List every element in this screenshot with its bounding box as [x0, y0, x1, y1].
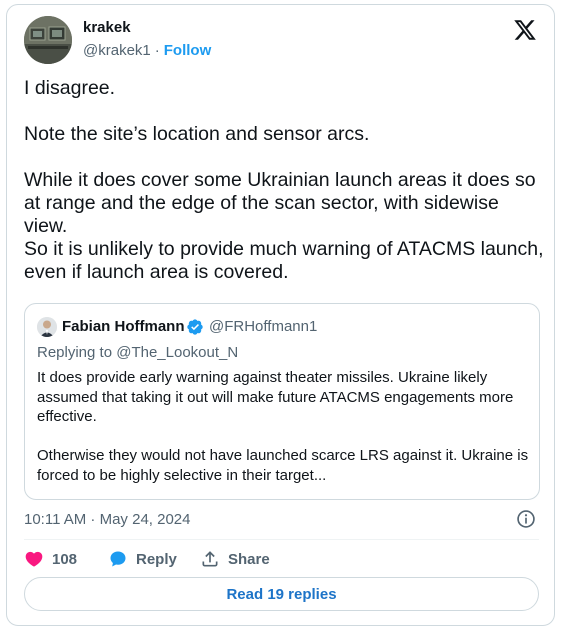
tweet-paragraph: While it does cover some Ukrainian launc…	[24, 169, 536, 237]
handle-separator: ·	[154, 42, 160, 59]
quote-author-handle: @FRHoffmann1	[209, 318, 318, 335]
reply-bubble-icon	[110, 551, 126, 567]
quote-paragraph: It does provide early warning against th…	[37, 369, 514, 425]
avatar-image	[24, 16, 72, 64]
replying-to-label: Replying to @The_Lookout_N	[37, 344, 239, 361]
verified-badge-icon	[187, 319, 203, 335]
like-count: 108	[52, 550, 78, 568]
info-icon[interactable]	[516, 509, 536, 529]
tweet-text: I disagree. Note the site’s location and…	[24, 77, 544, 284]
author-handle[interactable]: @krakek1	[83, 42, 151, 59]
author-name[interactable]: krakek	[83, 19, 131, 36]
reply-button[interactable]: Reply	[108, 548, 177, 570]
quote-paragraph: Otherwise they would not have launched s…	[37, 447, 529, 484]
tweet-paragraph: I disagree.	[24, 77, 116, 99]
share-button[interactable]: Share	[200, 548, 270, 570]
x-logo-icon[interactable]	[513, 18, 537, 42]
quoted-tweet[interactable]: Fabian Hoffmann @FRHoffmann1 Replying to…	[24, 303, 540, 500]
author-handle-row: @krakek1 · Follow	[83, 42, 211, 59]
reply-label: Reply	[136, 550, 177, 568]
heart-icon	[25, 551, 43, 567]
tweet-paragraph: So it is unlikely to provide much warnin…	[24, 238, 544, 283]
tweet-timestamp[interactable]: 10:11 AM · May 24, 2024	[24, 511, 191, 528]
author-avatar[interactable]	[24, 16, 72, 64]
quote-text: It does provide early warning against th…	[37, 368, 532, 485]
like-button[interactable]: 108	[24, 548, 77, 570]
share-label: Share	[228, 550, 270, 568]
share-icon	[202, 551, 218, 567]
tweet-card: krakek @krakek1 · Follow I disagree. Note …	[6, 4, 555, 626]
quote-avatar-image	[37, 317, 57, 337]
read-replies-button[interactable]: Read 19 replies	[24, 577, 539, 611]
tweet-paragraph: Note the site’s location and sensor arcs…	[24, 123, 370, 145]
quote-author-name: Fabian Hoffmann	[62, 318, 185, 335]
divider	[24, 539, 539, 540]
quote-author-avatar	[37, 317, 57, 337]
follow-button[interactable]: Follow	[164, 42, 212, 59]
